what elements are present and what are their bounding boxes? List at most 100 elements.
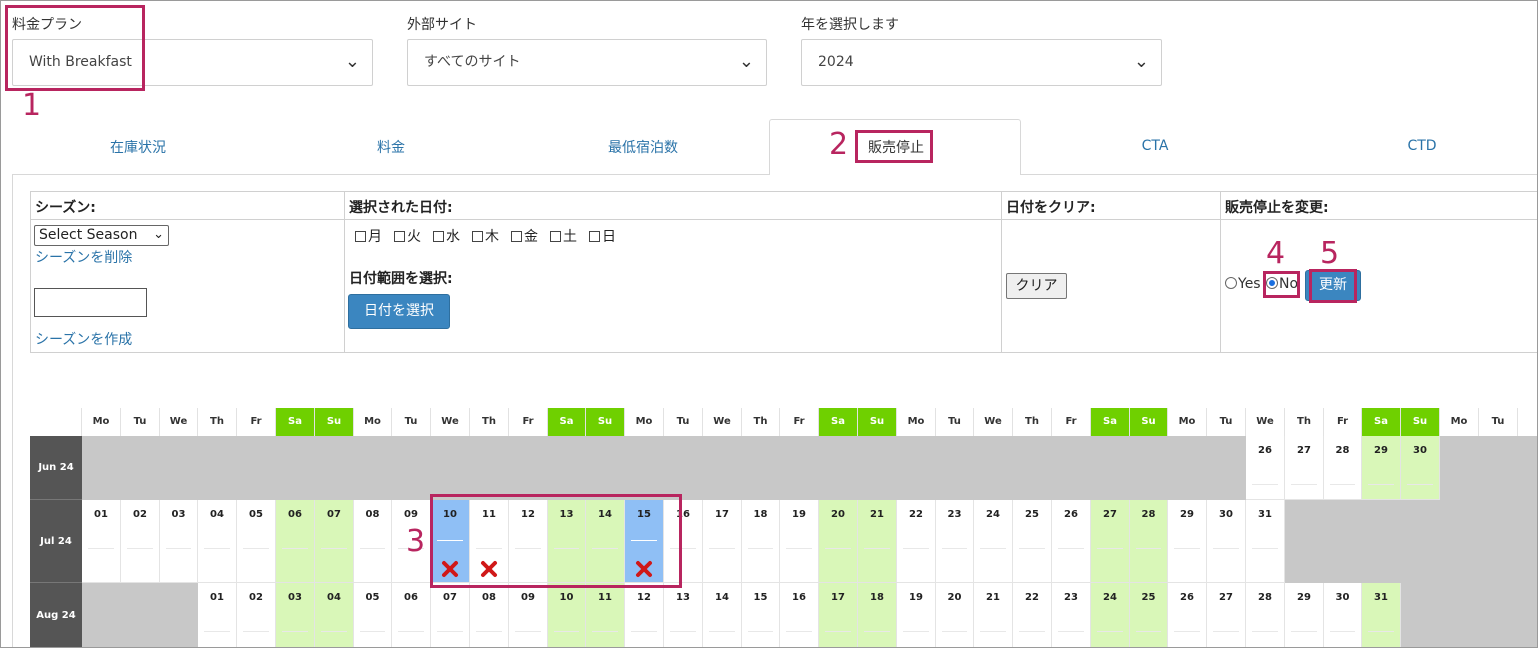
calendar-day-cell[interactable]: 19 (897, 583, 936, 648)
yes-radio[interactable] (1225, 277, 1237, 289)
calendar-day-cell[interactable]: 06 (392, 583, 431, 648)
calendar-day-cell[interactable]: 01 (82, 500, 121, 583)
calendar-day-cell[interactable]: 21 (858, 500, 897, 583)
calendar-day-cell[interactable]: 03 (276, 583, 315, 648)
calendar-day-number: 20 (831, 509, 845, 520)
calendar-day-cell[interactable]: 29 (1168, 500, 1207, 583)
calendar-day-cell[interactable]: 28 (1130, 500, 1168, 583)
calendar-day-cell[interactable]: 07 (431, 583, 470, 648)
calendar-day-cell[interactable]: 02 (121, 500, 160, 583)
calendar-day-cell[interactable]: 25 (1130, 583, 1168, 648)
select-dates-button[interactable]: 日付を選択 (348, 294, 450, 329)
calendar-day-line (903, 631, 929, 632)
weekday-checkbox-tue[interactable]: 火 (394, 226, 421, 246)
calendar-day-cell[interactable]: 22 (897, 500, 936, 583)
day-header: We (1246, 408, 1285, 436)
calendar-day-cell[interactable]: 27 (1207, 583, 1246, 648)
calendar-day-cell[interactable]: 25 (1013, 500, 1052, 583)
tab-min-stay[interactable]: 最低宿泊数 (583, 137, 703, 157)
calendar-day-cell[interactable]: 05 (354, 583, 392, 648)
calendar-day-cell[interactable]: 05 (237, 500, 276, 583)
calendar-day-cell[interactable]: 06 (276, 500, 315, 583)
calendar-day-cell[interactable]: 02 (237, 583, 276, 648)
calendar-day-cell[interactable]: 26 (1168, 583, 1207, 648)
weekday-checkbox-sat[interactable]: 土 (550, 226, 577, 246)
delete-season-link[interactable]: シーズンを削除 (35, 247, 132, 267)
calendar-day-cell[interactable]: 20 (936, 583, 974, 648)
table-col-divider (1220, 191, 1221, 353)
calendar-day-cell[interactable]: 07 (315, 500, 354, 583)
calendar-day-cell[interactable]: 30 (1207, 500, 1246, 583)
calendar-day-cell[interactable]: 27 (1091, 500, 1130, 583)
season-select[interactable]: Select Season ⌄ (34, 225, 169, 246)
calendar-day-cell[interactable]: 23 (1052, 583, 1091, 648)
calendar-day-line (825, 631, 851, 632)
calendar-day-cell[interactable]: 26 (1052, 500, 1091, 583)
calendar-day-cell[interactable]: 15 (742, 583, 780, 648)
calendar-day-number: 26 (1180, 592, 1194, 603)
weekday-checkbox-wed[interactable]: 水 (433, 226, 460, 246)
calendar-day-line (786, 631, 812, 632)
calendar-day-number: 06 (288, 509, 302, 520)
calendar-day-cell[interactable]: 09 (509, 583, 548, 648)
calendar-day-cell[interactable]: 30 (1324, 583, 1362, 648)
calendar-day-cell[interactable]: 08 (354, 500, 392, 583)
calendar-day-cell[interactable]: 12 (625, 583, 664, 648)
calendar-day-number: 28 (1258, 592, 1272, 603)
calendar-day-cell[interactable]: 10 (548, 583, 586, 648)
day-header: Th (1013, 408, 1052, 436)
day-header: Fr (1324, 408, 1362, 436)
calendar-day-cell[interactable]: 28 (1246, 583, 1285, 648)
calendar-day-cell[interactable]: 19 (780, 500, 819, 583)
calendar-day-cell[interactable]: 31 (1246, 500, 1285, 583)
calendar-day-cell[interactable]: 23 (936, 500, 974, 583)
calendar-day-cell[interactable]: 20 (819, 500, 858, 583)
calendar-day-cell[interactable]: 27 (1285, 436, 1324, 500)
tab-rates[interactable]: 料金 (331, 137, 451, 157)
day-header: Sa (1362, 408, 1401, 436)
calendar-day-line (1097, 548, 1123, 549)
calendar-day-cell[interactable]: 24 (974, 500, 1013, 583)
calendar-day-cell[interactable]: 17 (703, 500, 742, 583)
year-label: 年を選択します (801, 17, 899, 33)
calendar-day-cell[interactable]: 11 (586, 583, 625, 648)
calendar-day-cell[interactable]: 21 (974, 583, 1013, 648)
calendar-day-cell[interactable]: 18 (742, 500, 780, 583)
calendar-day-cell[interactable]: 22 (1013, 583, 1052, 648)
calendar-day-cell[interactable]: 28 (1324, 436, 1362, 500)
calendar-day-cell[interactable]: 03 (160, 500, 198, 583)
calendar-day-cell[interactable]: 24 (1091, 583, 1130, 648)
calendar-day-cell[interactable]: 29 (1285, 583, 1324, 648)
weekday-checkbox-mon[interactable]: 月 (355, 226, 382, 246)
weekday-checkbox-thu[interactable]: 木 (472, 226, 499, 246)
calendar-day-cell[interactable]: 01 (198, 583, 237, 648)
chevron-down-icon: ⌄ (153, 227, 164, 242)
tab-ctd[interactable]: CTD (1362, 138, 1482, 154)
calendar-day-number: 05 (249, 509, 263, 520)
year-select[interactable]: 2024 ⌄ (801, 39, 1162, 86)
calendar-day-line (398, 631, 424, 632)
calendar-day-number: 26 (1258, 445, 1272, 456)
calendar-day-number: 27 (1219, 592, 1233, 603)
external-site-select[interactable]: すべてのサイト ⌄ (407, 39, 767, 86)
weekday-checkbox-fri[interactable]: 金 (511, 226, 538, 246)
calendar-day-cell[interactable]: 29 (1362, 436, 1401, 500)
calendar-day-cell[interactable]: 18 (858, 583, 897, 648)
calendar-day-cell[interactable]: 26 (1246, 436, 1285, 500)
tab-inventory[interactable]: 在庫状況 (78, 137, 198, 157)
calendar-day-cell[interactable]: 04 (198, 500, 237, 583)
tab-cta[interactable]: CTA (1095, 138, 1215, 154)
create-season-link[interactable]: シーズンを作成 (35, 329, 132, 349)
calendar-day-cell[interactable]: 14 (703, 583, 742, 648)
calendar-day-cell[interactable]: 31 (1362, 583, 1401, 648)
calendar-day-cell[interactable]: 30 (1401, 436, 1440, 500)
clear-button[interactable]: クリア (1006, 273, 1067, 299)
calendar-day-cell[interactable]: 08 (470, 583, 509, 648)
calendar-day-cell[interactable]: 17 (819, 583, 858, 648)
calendar-day-cell[interactable]: 16 (780, 583, 819, 648)
external-site-value: すべてのサイト (424, 54, 521, 70)
calendar-day-cell[interactable]: 13 (664, 583, 703, 648)
calendar-day-cell[interactable]: 04 (315, 583, 354, 648)
season-name-input[interactable] (34, 288, 147, 317)
weekday-checkbox-sun[interactable]: 日 (589, 226, 616, 246)
